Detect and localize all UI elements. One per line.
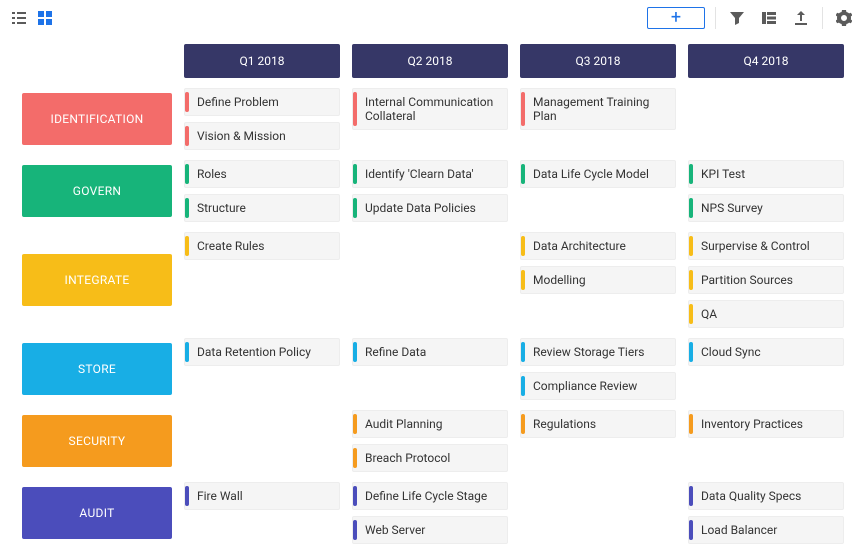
board-cell: Refine Data xyxy=(352,338,508,366)
card[interactable]: QA xyxy=(688,300,844,328)
card[interactable]: Modelling xyxy=(520,266,676,294)
gear-icon[interactable] xyxy=(833,7,855,29)
board-cell: KPI Test NPS Survey xyxy=(688,160,844,222)
card[interactable]: Breach Protocol xyxy=(352,444,508,472)
board-grid: Q1 2018 Q2 2018 Q3 2018 Q4 2018 IDENTIFICATI… xyxy=(22,44,855,544)
add-button-label: + xyxy=(671,9,681,27)
card[interactable]: Create Rules xyxy=(184,232,340,260)
card[interactable]: Data Retention Policy xyxy=(184,338,340,366)
card[interactable]: Load Balancer xyxy=(688,516,844,544)
column-header: Q4 2018 xyxy=(688,44,844,78)
board-cell: Regulations xyxy=(520,410,676,438)
board-cell: Audit Planning Breach Protocol xyxy=(352,410,508,472)
view-switcher xyxy=(8,7,56,29)
add-button[interactable]: + xyxy=(647,7,705,29)
card[interactable]: Define Problem xyxy=(184,88,340,116)
board-cell: Review Storage Tiers Compliance Review xyxy=(520,338,676,400)
board-cell: Define Problem Vision & Mission xyxy=(184,88,340,150)
board-cell: Cloud Sync xyxy=(688,338,844,366)
board-cell: Internal Communication Collateral xyxy=(352,88,508,130)
grid-view-icon[interactable] xyxy=(34,7,56,29)
columns-icon[interactable] xyxy=(758,7,780,29)
board-cell: Data Architecture Modelling xyxy=(520,232,676,294)
column-header: Q2 2018 xyxy=(352,44,508,78)
card[interactable]: Web Server xyxy=(352,516,508,544)
row-label: IDENTIFICATION xyxy=(22,93,172,145)
board-cell xyxy=(184,410,340,436)
toolbar-right: + xyxy=(647,7,855,29)
card[interactable]: Regulations xyxy=(520,410,676,438)
board-cell: Inventory Practices xyxy=(688,410,844,438)
board-cell: Identify 'Clearn Data' Update Data Polici… xyxy=(352,160,508,222)
card[interactable]: Data Quality Specs xyxy=(688,482,844,510)
divider xyxy=(715,7,716,29)
board-cell: Roles Structure xyxy=(184,160,340,222)
board-cell: Define Life Cycle Stage Web Server xyxy=(352,482,508,544)
row-label: SECURITY xyxy=(22,415,172,467)
board-cell xyxy=(352,232,508,258)
card[interactable]: Vision & Mission xyxy=(184,122,340,150)
row-label: AUDIT xyxy=(22,487,172,539)
export-icon[interactable] xyxy=(790,7,812,29)
card[interactable]: Refine Data xyxy=(352,338,508,366)
card[interactable]: NPS Survey xyxy=(688,194,844,222)
board: Q1 2018 Q2 2018 Q3 2018 Q4 2018 IDENTIFICATI… xyxy=(0,36,863,552)
card[interactable]: Data Life Cycle Model xyxy=(520,160,676,188)
card[interactable]: Identify 'Clearn Data' xyxy=(352,160,508,188)
card[interactable]: KPI Test xyxy=(688,160,844,188)
board-cell: Create Rules xyxy=(184,232,340,260)
board-cell: Management Training Plan xyxy=(520,88,676,130)
card[interactable]: Structure xyxy=(184,194,340,222)
card[interactable]: Fire Wall xyxy=(184,482,340,510)
card[interactable]: Audit Planning xyxy=(352,410,508,438)
card[interactable]: Roles xyxy=(184,160,340,188)
board-cell xyxy=(688,88,844,114)
board-cell: Data Quality Specs Load Balancer xyxy=(688,482,844,544)
filter-icon[interactable] xyxy=(726,7,748,29)
card[interactable]: Update Data Policies xyxy=(352,194,508,222)
card[interactable]: Inventory Practices xyxy=(688,410,844,438)
card[interactable]: Management Training Plan xyxy=(520,88,676,130)
card[interactable]: Partition Sources xyxy=(688,266,844,294)
card[interactable]: Surpervise & Control xyxy=(688,232,844,260)
row-label: STORE xyxy=(22,343,172,395)
card[interactable]: Compliance Review xyxy=(520,372,676,400)
board-cell: Fire Wall xyxy=(184,482,340,510)
corner-spacer xyxy=(22,44,172,78)
card[interactable]: Cloud Sync xyxy=(688,338,844,366)
divider xyxy=(822,7,823,29)
card[interactable]: Define Life Cycle Stage xyxy=(352,482,508,510)
row-label: GOVERN xyxy=(22,165,172,217)
card[interactable]: Review Storage Tiers xyxy=(520,338,676,366)
board-cell: Data Life Cycle Model xyxy=(520,160,676,188)
toolbar: + xyxy=(0,0,863,36)
row-label: INTEGRATE xyxy=(22,254,172,306)
board-cell: Data Retention Policy xyxy=(184,338,340,366)
column-header: Q3 2018 xyxy=(520,44,676,78)
column-header: Q1 2018 xyxy=(184,44,340,78)
card[interactable]: Internal Communication Collateral xyxy=(352,88,508,130)
board-cell: Surpervise & Control Partition Sources QA xyxy=(688,232,844,328)
list-view-icon[interactable] xyxy=(8,7,30,29)
card[interactable]: Data Architecture xyxy=(520,232,676,260)
board-cell xyxy=(520,482,676,508)
